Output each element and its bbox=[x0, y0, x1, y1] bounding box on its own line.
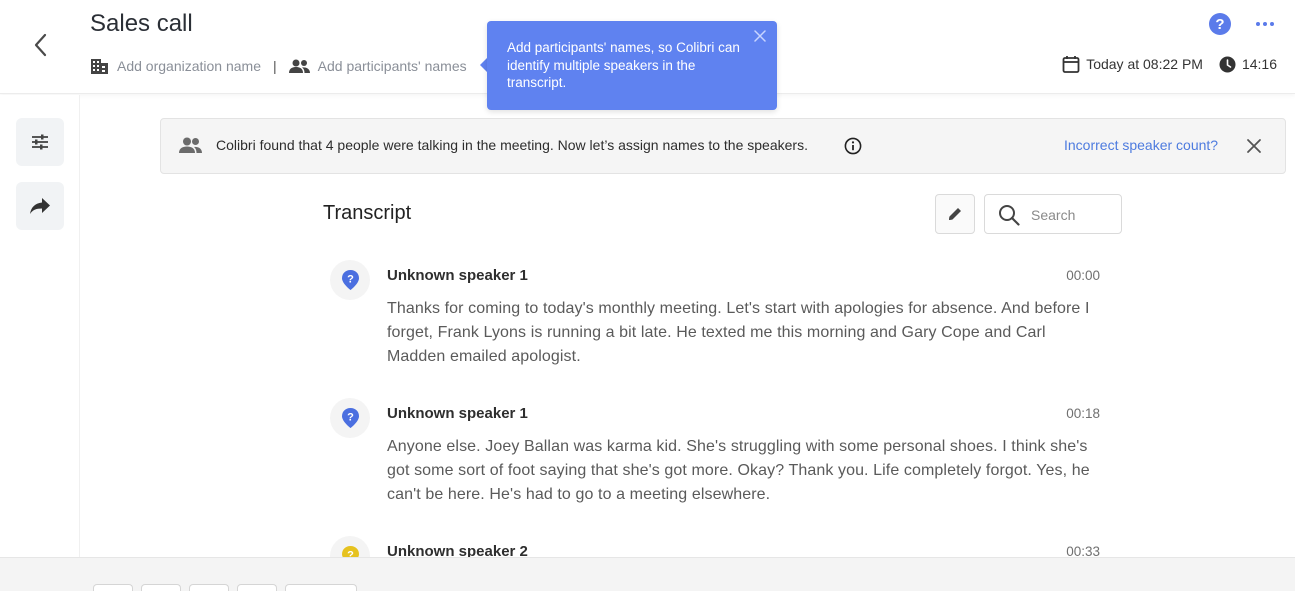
transcript-entry: ? Unknown speaker 1 00:18 Anyone else. J… bbox=[330, 398, 1100, 508]
meeting-date: Today at 08:22 PM bbox=[1062, 55, 1203, 73]
player-button[interactable] bbox=[237, 584, 277, 591]
app-page: Sales call Add organization name | Add p… bbox=[0, 0, 1295, 591]
help-icon[interactable]: ? bbox=[1209, 13, 1231, 35]
speaker-avatar[interactable]: ? bbox=[330, 260, 370, 300]
transcript-search[interactable] bbox=[984, 194, 1122, 234]
clock-icon bbox=[1219, 56, 1236, 72]
question-marker-icon: ? bbox=[341, 408, 359, 428]
help-symbol: ? bbox=[1215, 15, 1225, 33]
speaker-name[interactable]: Unknown speaker 1 bbox=[387, 405, 528, 422]
meeting-date-text: Today at 08:22 PM bbox=[1086, 56, 1203, 72]
close-icon[interactable] bbox=[753, 29, 767, 43]
edit-transcript-button[interactable] bbox=[935, 194, 975, 234]
speaker-avatar[interactable]: ? bbox=[330, 398, 370, 438]
add-participants-label: Add participants' names bbox=[317, 58, 467, 74]
people-icon bbox=[179, 137, 202, 153]
entry-text: Thanks for coming to today's monthly mee… bbox=[387, 300, 1090, 365]
entry-timestamp[interactable]: 00:33 bbox=[1066, 544, 1100, 557]
speaker-count-banner: Colibri found that 4 people were talking… bbox=[160, 118, 1286, 174]
entry-text: Anyone else. Joey Ballan was karma kid. … bbox=[387, 438, 1090, 503]
more-horizontal-icon bbox=[1270, 22, 1274, 26]
question-marker-icon: ? bbox=[341, 546, 359, 558]
page-title: Sales call bbox=[90, 10, 193, 37]
svg-text:?: ? bbox=[347, 412, 354, 424]
tooltip-text: Add participants' names, so Colibri can … bbox=[507, 40, 740, 90]
player-button[interactable] bbox=[189, 584, 229, 591]
info-icon[interactable] bbox=[844, 137, 862, 155]
calendar-icon bbox=[1062, 56, 1080, 73]
search-icon bbox=[999, 205, 1020, 226]
more-horizontal-icon bbox=[1263, 22, 1267, 26]
people-icon bbox=[288, 59, 310, 73]
add-organization-label: Add organization name bbox=[117, 58, 261, 74]
meeting-duration-text: 14:16 bbox=[1241, 56, 1277, 72]
question-marker-icon: ? bbox=[341, 270, 359, 290]
svg-text:?: ? bbox=[347, 274, 354, 286]
meta-separator: | bbox=[273, 58, 277, 74]
more-options-button[interactable] bbox=[1254, 14, 1276, 34]
meeting-info: Today at 08:22 PM 14:16 bbox=[1046, 55, 1277, 73]
share-arrow-icon bbox=[30, 198, 50, 214]
sliders-icon bbox=[32, 134, 48, 150]
speaker-avatar[interactable]: ? bbox=[330, 536, 370, 557]
speaker-name[interactable]: Unknown speaker 1 bbox=[387, 267, 528, 284]
chevron-left-icon bbox=[34, 33, 47, 57]
incorrect-speaker-count-link[interactable]: Incorrect speaker count? bbox=[1064, 137, 1218, 153]
settings-button[interactable] bbox=[16, 118, 64, 166]
participants-tooltip: Add participants' names, so Colibri can … bbox=[487, 21, 777, 110]
player-button[interactable] bbox=[93, 584, 133, 591]
close-icon[interactable] bbox=[1246, 138, 1262, 154]
entry-timestamp[interactable]: 00:18 bbox=[1066, 406, 1100, 421]
transcript-entry: ? Unknown speaker 2 00:33 bbox=[330, 536, 1100, 557]
left-sidebar bbox=[0, 95, 80, 557]
tooltip-arrow bbox=[480, 58, 487, 72]
player-bar bbox=[0, 557, 1295, 591]
more-horizontal-icon bbox=[1256, 22, 1260, 26]
transcript-entry: ? Unknown speaker 1 00:00 Thanks for com… bbox=[330, 260, 1100, 370]
banner-text: Colibri found that 4 people were talking… bbox=[216, 137, 808, 153]
back-button[interactable] bbox=[26, 30, 54, 60]
entry-timestamp[interactable]: 00:00 bbox=[1066, 268, 1100, 283]
share-button[interactable] bbox=[16, 182, 64, 230]
meta-row: Add organization name | Add participants… bbox=[90, 55, 467, 77]
speaker-name[interactable]: Unknown speaker 2 bbox=[387, 543, 528, 557]
meeting-duration: 14:16 bbox=[1219, 56, 1277, 73]
pencil-icon bbox=[949, 208, 961, 220]
player-button[interactable] bbox=[141, 584, 181, 591]
add-organization-button[interactable]: Add organization name bbox=[90, 57, 261, 75]
search-input[interactable] bbox=[1031, 205, 1117, 225]
building-icon bbox=[91, 59, 108, 74]
svg-text:?: ? bbox=[347, 550, 354, 558]
transcript-title: Transcript bbox=[323, 202, 412, 224]
player-speed-button[interactable] bbox=[285, 584, 357, 591]
add-participants-button[interactable]: Add participants' names bbox=[288, 58, 467, 74]
